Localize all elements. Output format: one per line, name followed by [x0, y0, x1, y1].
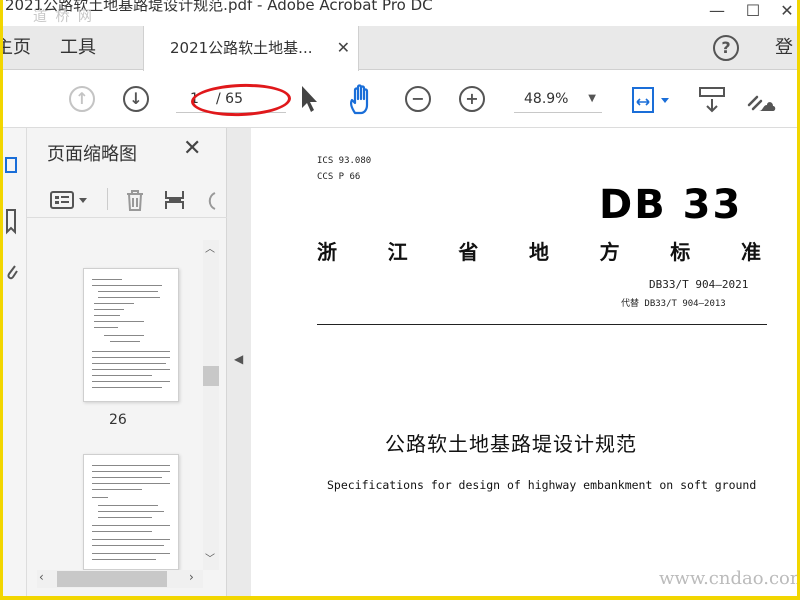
zoom-select[interactable]: 48.9% ▼: [514, 85, 602, 113]
thumbnail-page-27[interactable]: [83, 454, 179, 570]
provincial-standard-heading: 浙 江 省 地 方 标 准: [317, 236, 761, 265]
heading-char: 江: [387, 240, 408, 264]
toolbar: ↑ ↓ 1 / 65 − + 48.9% ▼: [3, 71, 797, 128]
help-icon[interactable]: ?: [713, 35, 739, 61]
panel-title: 页面缩略图: [47, 144, 137, 165]
hand-tool-icon[interactable]: [347, 83, 379, 117]
scroll-up-icon[interactable]: ︿: [205, 240, 215, 255]
thumbnail-page-26[interactable]: [83, 268, 179, 402]
minimize-button[interactable]: —: [703, 0, 731, 22]
chevron-down-icon: ▼: [588, 93, 596, 104]
scroll-left-icon[interactable]: ‹: [39, 570, 44, 584]
thumbnail-vertical-scrollbar[interactable]: ︿ ﹀: [203, 240, 219, 570]
ics-code: ICS 93.080: [317, 156, 372, 166]
watermark-bottom: www.cndao.com: [659, 568, 797, 589]
bookmarks-panel-icon[interactable]: [5, 208, 19, 236]
share-link-icon[interactable]: [743, 85, 777, 115]
document-title-en: Specifications for design of highway emb…: [327, 478, 757, 492]
scrollbar-thumb[interactable]: [57, 571, 167, 587]
panel-splitter[interactable]: ◀: [227, 128, 251, 596]
scroll-mode-icon[interactable]: [697, 85, 727, 115]
select-arrow-icon[interactable]: [299, 84, 319, 114]
fit-page-icon[interactable]: [629, 84, 673, 116]
page-thumbnails-panel: 页面缩略图 ✕ 26 ︿ ﹀ ‹ ›: [27, 128, 227, 596]
divider: [107, 188, 108, 210]
collapse-panel-icon[interactable]: ◀: [234, 352, 243, 366]
next-page-icon[interactable]: ↓: [123, 86, 149, 112]
zoom-out-icon[interactable]: −: [405, 86, 431, 112]
thumbnail-page-number: 26: [109, 412, 127, 428]
document-title-cn: 公路软土地基路堤设计规范: [385, 432, 637, 456]
scroll-down-icon[interactable]: ﹀: [205, 550, 215, 565]
document-view[interactable]: ICS 93.080 CCS P 66 DB 33 浙 江 省 地 方 标 准 …: [251, 128, 797, 596]
login-button[interactable]: 登: [775, 26, 793, 70]
heading-char: 浙: [317, 240, 337, 264]
standard-number: DB33/T 904—2021: [649, 278, 749, 291]
close-window-button[interactable]: ✕: [773, 0, 797, 22]
close-panel-icon[interactable]: ✕: [183, 136, 201, 161]
left-navigation-rail: [3, 128, 27, 596]
maximize-button[interactable]: ☐: [739, 0, 767, 22]
heading-char: 标: [670, 240, 691, 264]
rotate-page-icon[interactable]: [205, 190, 219, 212]
attachments-panel-icon[interactable]: [5, 262, 19, 282]
previous-page-icon[interactable]: ↑: [69, 86, 95, 112]
heading-char: 省: [458, 240, 479, 264]
tab-bar: 主页 工具 2021公路软土地基... ✕ ? 登: [3, 26, 797, 71]
window-title: 2021公路软土地基路堤设计规范.pdf - Adobe Acrobat Pro…: [3, 0, 797, 22]
zoom-value: 48.9%: [524, 91, 569, 107]
panel-toolbar: [27, 178, 227, 218]
scrollbar-thumb[interactable]: [203, 366, 219, 386]
tab-document-label: 2021公路软土地基...: [170, 39, 313, 57]
watermark-top: 道 桥 网: [33, 9, 94, 25]
heading-char: 方: [599, 240, 620, 264]
tab-tools[interactable]: 工具: [60, 26, 96, 70]
heading-char: 地: [528, 240, 549, 264]
tab-home[interactable]: 主页: [3, 26, 31, 70]
zoom-in-icon[interactable]: +: [459, 86, 485, 112]
db-logo: DB 33: [599, 182, 743, 228]
pages-panel-icon[interactable]: [5, 156, 19, 176]
replaces-standard: 代替 DB33/T 904—2013: [621, 299, 726, 309]
acrobat-window: 2021公路软土地基路堤设计规范.pdf - Adobe Acrobat Pro…: [3, 0, 797, 596]
thumbnail-options-icon[interactable]: [49, 190, 93, 210]
scroll-right-icon[interactable]: ›: [189, 570, 194, 584]
insert-page-icon[interactable]: [163, 188, 189, 212]
close-tab-icon[interactable]: ✕: [337, 26, 350, 70]
ccs-code: CCS P 66: [317, 172, 361, 182]
thumbnail-horizontal-scrollbar[interactable]: ‹ ›: [37, 570, 203, 588]
divider-line: [317, 324, 767, 325]
tab-document[interactable]: 2021公路软土地基... ✕: [143, 26, 359, 71]
trash-icon[interactable]: [123, 188, 147, 212]
heading-char: 准: [740, 240, 761, 264]
